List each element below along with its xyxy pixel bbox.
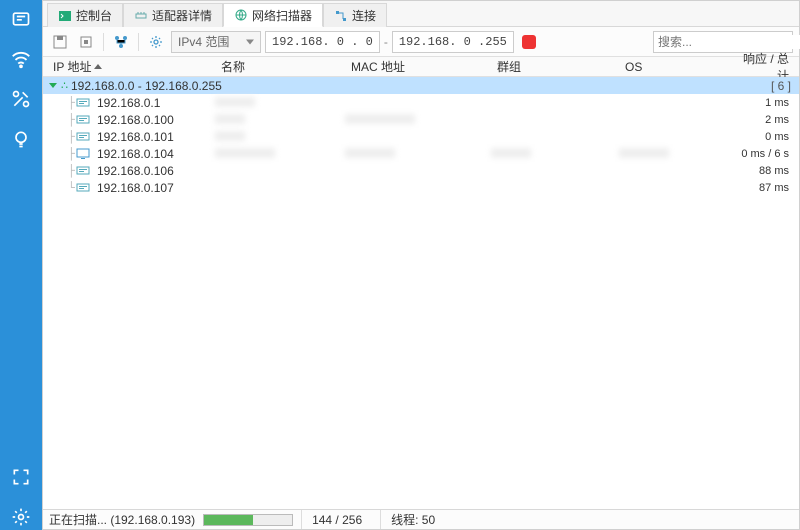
tab-label: 连接 xyxy=(352,7,376,24)
tree-line: ├ xyxy=(43,113,75,127)
group-row[interactable]: ∴ 192.168.0.0 - 192.168.0.255 [ 6 ] xyxy=(43,77,799,94)
tab-label: 网络扫描器 xyxy=(252,7,312,24)
host-icon xyxy=(75,96,91,110)
stop-scan-button[interactable] xyxy=(522,35,536,49)
table-row[interactable]: ├ 192.168.0.1 1 ms xyxy=(43,94,799,111)
status-bar: 正在扫描... (192.168.0.193) 144 / 256 线程: 50 xyxy=(43,509,799,529)
table-row[interactable]: ├ 192.168.0.104 0 ms / 6 s xyxy=(43,145,799,162)
tree-button[interactable] xyxy=(110,31,132,53)
cell-response: 0 ms / 6 s xyxy=(729,148,799,160)
terminal-icon xyxy=(58,9,72,23)
chevron-down-icon xyxy=(49,83,57,88)
cell-response: 0 ms xyxy=(729,131,799,143)
table-row[interactable]: ├ 192.168.0.101 0 ms xyxy=(43,128,799,145)
table-row[interactable]: ├ 192.168.0.106 88 ms xyxy=(43,162,799,179)
tab-connections[interactable]: 连接 xyxy=(323,3,387,27)
progress-bar xyxy=(203,514,293,526)
cell-response: 1 ms xyxy=(729,97,799,109)
column-headers: IP 地址 名称 MAC 地址 群组 OS 响应 / 总计 xyxy=(43,57,799,77)
table-row[interactable]: ├ 192.168.0.100 2 ms xyxy=(43,111,799,128)
export-button[interactable] xyxy=(75,31,97,53)
col-os[interactable]: OS xyxy=(619,60,729,74)
tree-line: ├ xyxy=(43,164,75,178)
sidebar-wifi-icon[interactable] xyxy=(8,46,34,72)
tab-bar: 控制台 适配器详情 网络扫描器 连接 xyxy=(43,1,799,27)
tree-line: ├ xyxy=(43,147,75,161)
cell-mac xyxy=(345,147,491,161)
adapter-icon xyxy=(134,9,148,23)
separator xyxy=(103,33,104,51)
group-label: 192.168.0.0 - 192.168.0.255 xyxy=(71,79,222,93)
settings-button[interactable] xyxy=(145,31,167,53)
cell-response: 2 ms xyxy=(729,114,799,126)
table-row[interactable]: └ 192.168.0.107 87 ms xyxy=(43,179,799,196)
sidebar-settings-icon[interactable] xyxy=(8,504,34,530)
host-icon xyxy=(75,181,91,195)
tab-console[interactable]: 控制台 xyxy=(47,3,123,27)
pc-icon xyxy=(75,147,91,161)
ip-to-field[interactable]: 192.168. 0 .255 xyxy=(392,31,514,53)
results-grid: ∴ 192.168.0.0 - 192.168.0.255 [ 6 ] ├ 192… xyxy=(43,77,799,509)
save-button[interactable] xyxy=(49,31,71,53)
cell-ip: 192.168.0.100 xyxy=(97,113,215,127)
cell-ip: 192.168.0.101 xyxy=(97,130,215,144)
host-icon xyxy=(75,113,91,127)
sidebar-console-icon[interactable] xyxy=(8,6,34,32)
cell-response: 87 ms xyxy=(729,182,799,194)
left-sidebar xyxy=(0,0,42,530)
select-value: IPv4 范围 xyxy=(178,33,229,50)
globe-icon xyxy=(234,8,248,22)
separator xyxy=(138,33,139,51)
cell-name xyxy=(215,96,345,110)
cell-ip: 192.168.0.107 xyxy=(97,181,215,195)
status-threads: 线程: 50 xyxy=(380,510,445,529)
sidebar-fullscreen-icon[interactable] xyxy=(8,464,34,490)
toolbar: IPv4 范围 192.168. 0 . 0 - 192.168. 0 .255 xyxy=(43,27,799,57)
sort-asc-icon xyxy=(94,64,102,69)
cell-ip: 192.168.0.1 xyxy=(97,96,215,110)
col-name[interactable]: 名称 xyxy=(215,58,345,75)
cell-name xyxy=(215,113,345,127)
cell-mac xyxy=(345,113,491,127)
cell-name xyxy=(215,147,345,161)
main-panel: 控制台 适配器详情 网络扫描器 连接 IPv4 范围 192.168. xyxy=(42,0,800,530)
tree-line: └ xyxy=(43,181,75,195)
status-progress-text: 144 / 256 xyxy=(301,510,372,529)
group-count: [ 6 ] xyxy=(771,79,791,93)
cell-ip: 192.168.0.106 xyxy=(97,164,215,178)
host-icon xyxy=(75,164,91,178)
cell-name xyxy=(215,130,345,144)
sidebar-tools-icon[interactable] xyxy=(8,86,34,112)
host-icon xyxy=(75,130,91,144)
tab-adapter[interactable]: 适配器详情 xyxy=(123,3,223,27)
search-input[interactable] xyxy=(658,35,800,49)
cell-os xyxy=(619,147,729,161)
range-type-select[interactable]: IPv4 范围 xyxy=(171,31,261,53)
col-group[interactable]: 群组 xyxy=(491,58,619,75)
range-dash: - xyxy=(384,35,388,49)
cell-ip: 192.168.0.104 xyxy=(97,147,215,161)
cell-group xyxy=(491,147,619,161)
sidebar-idea-icon[interactable] xyxy=(8,126,34,152)
tab-scanner[interactable]: 网络扫描器 xyxy=(223,3,323,27)
group-icon: ∴ xyxy=(61,79,67,92)
col-mac[interactable]: MAC 地址 xyxy=(345,58,491,75)
status-scanning: 正在扫描... (192.168.0.193) xyxy=(49,511,195,528)
cell-response: 88 ms xyxy=(729,165,799,177)
tab-label: 适配器详情 xyxy=(152,7,212,24)
tree-line: ├ xyxy=(43,130,75,144)
col-ip[interactable]: IP 地址 xyxy=(47,58,215,75)
link-icon xyxy=(334,9,348,23)
ip-from-field[interactable]: 192.168. 0 . 0 xyxy=(265,31,380,53)
tab-label: 控制台 xyxy=(76,7,112,24)
tree-line: ├ xyxy=(43,96,75,110)
